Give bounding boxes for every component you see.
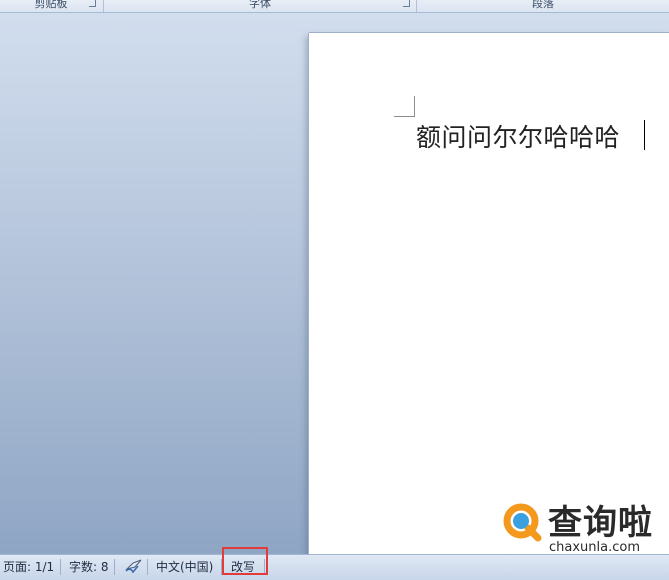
ribbon-group-font: 字体 <box>104 0 416 11</box>
magnifier-logo-icon <box>498 498 546 546</box>
margin-corner-mark <box>394 96 415 117</box>
document-text[interactable]: 额问问尔尔哈哈哈 <box>416 118 620 154</box>
text-caret <box>644 120 645 150</box>
clipboard-dialog-launcher-icon[interactable] <box>89 0 96 7</box>
status-divider <box>60 559 61 575</box>
status-divider <box>147 559 148 575</box>
status-word-count[interactable]: 字数: 8 <box>66 558 112 576</box>
status-divider <box>114 559 115 575</box>
document-page[interactable] <box>309 33 669 554</box>
overtype-highlight-box <box>222 547 268 575</box>
status-language[interactable]: 中文(中国) <box>153 558 216 576</box>
status-bar: 页面: 1/1 字数: 8 中文(中国) 改写 <box>0 554 669 580</box>
font-dialog-launcher-icon[interactable] <box>403 0 410 7</box>
watermark-brand: 查询啦 <box>548 503 653 543</box>
status-page-count[interactable]: 页面: 1/1 <box>0 558 57 576</box>
ribbon-group-paragraph: 段落 <box>417 0 669 11</box>
ribbon-group-paragraph-label: 段落 <box>532 0 554 10</box>
watermark-domain: chaxunla.com <box>549 540 640 555</box>
ribbon-group-font-label: 字体 <box>249 0 271 10</box>
ribbon-group-clipboard-label: 剪贴板 <box>34 0 68 10</box>
proofing-check-icon[interactable] <box>121 557 147 575</box>
ribbon-group-clipboard: 剪贴板 <box>0 0 102 11</box>
ribbon-group-labels: 剪贴板 字体 段落 <box>0 0 669 13</box>
